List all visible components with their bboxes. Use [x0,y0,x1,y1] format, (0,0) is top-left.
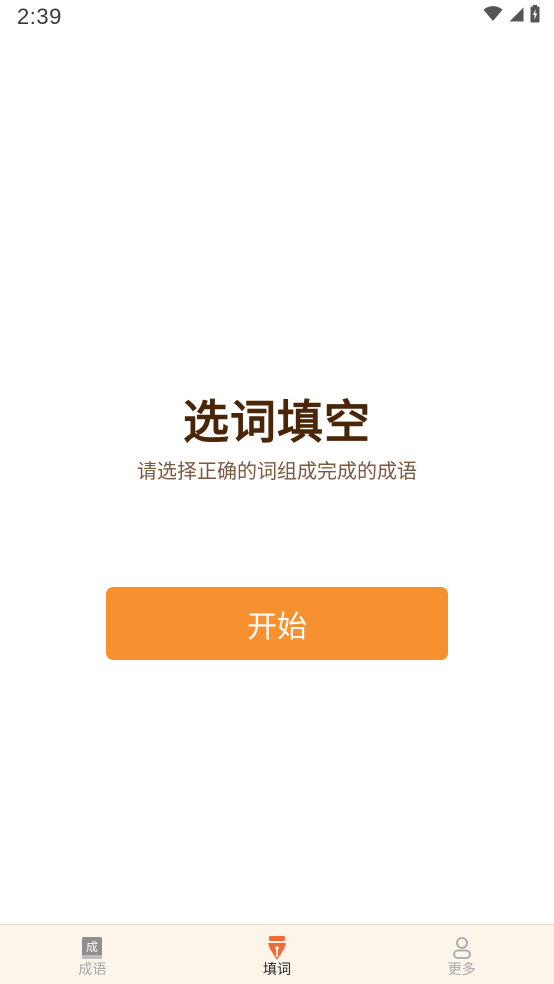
start-button[interactable]: 开始 [106,587,448,660]
pen-nib-icon [264,935,290,961]
page-title: 选词填空 [183,395,371,449]
nav-item-more[interactable]: 更多 [369,925,554,984]
user-icon [449,935,475,961]
battery-charging-icon [530,5,540,23]
svg-text:成: 成 [86,940,98,954]
nav-item-fill-words[interactable]: 填词 [185,925,370,984]
status-bar: 2:39 [0,0,554,34]
status-icons [483,5,540,23]
nav-label-fill-words: 填词 [263,962,291,978]
wifi-icon [483,6,503,22]
nav-label-more: 更多 [447,962,476,978]
page-subtitle: 请选择正确的词组成完成的成语 [137,459,417,483]
bottom-nav: 成 成语 填词 更多 [0,924,554,984]
app-screen: 2:39 选词填空 请选择正确的词组成完成的成语 开始 成 成语 填词 更多 [0,0,554,984]
nav-item-idioms[interactable]: 成 成语 [0,925,185,984]
nav-label-idioms: 成语 [78,962,107,978]
cell-signal-icon [509,7,524,22]
book-icon: 成 [79,935,105,961]
status-time: 2:39 [17,4,62,29]
